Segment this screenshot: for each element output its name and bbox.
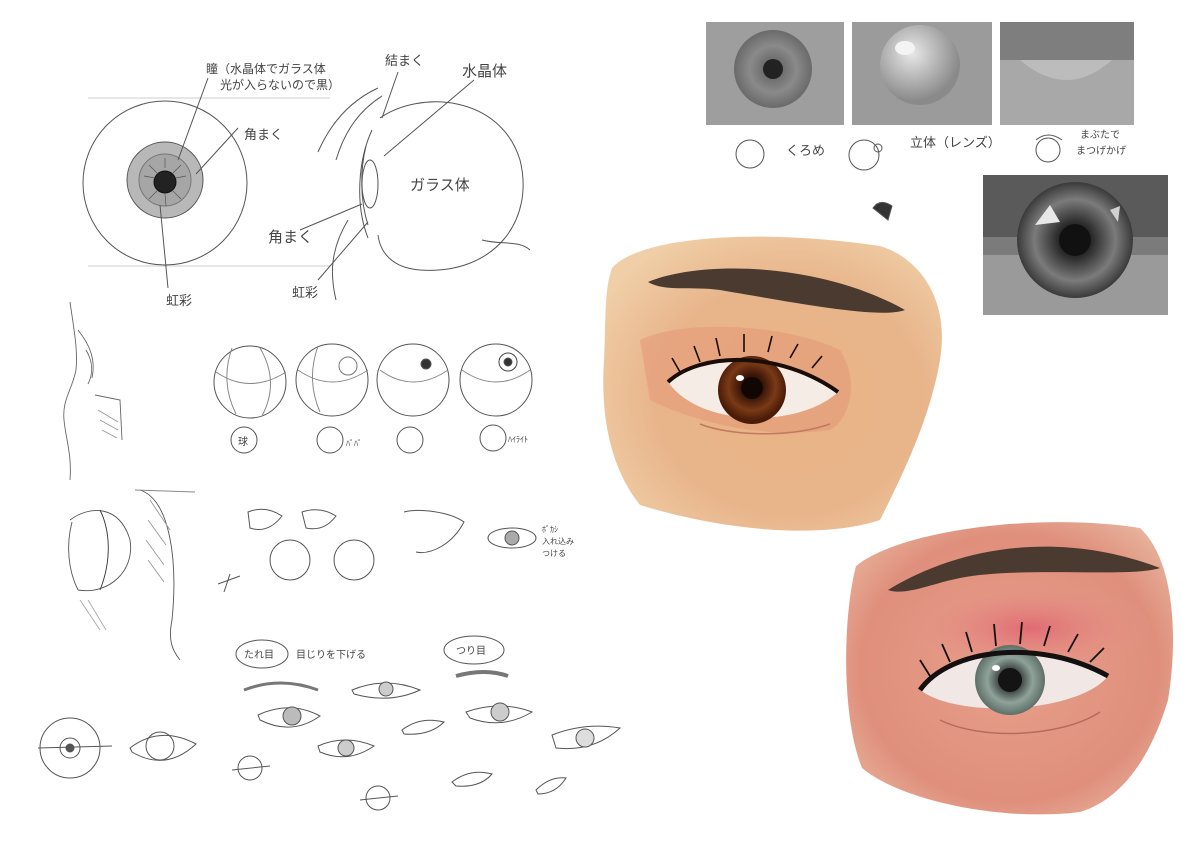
- side-note-line2: 入れ込み: [542, 537, 574, 546]
- render-step-tile-1: [706, 22, 844, 125]
- profile-sketch: [63, 301, 123, 481]
- pupil-note-line1: 瞳（水晶体でガラス体: [206, 62, 326, 76]
- render-step-2-label: 立体（レンズ）: [910, 136, 1001, 151]
- pupil-small-label: ﾊﾟﾊﾟ: [346, 439, 362, 448]
- sketch-canvas: [37, 22, 1173, 815]
- render-step-1-label: くろめ: [786, 144, 826, 159]
- side-note-line1: ﾎﾞｶｼ: [542, 525, 558, 534]
- iris-label: 虹彩: [166, 294, 193, 309]
- render-final-tile: [983, 175, 1168, 315]
- anatomy-front-diagram: [82, 77, 330, 289]
- lens-label: 水晶体: [462, 62, 508, 80]
- droopy-eye-note: 目じりを下げる: [296, 650, 366, 661]
- cornea-label: 角まく: [244, 128, 284, 143]
- render-step-3-line1: まぶたで: [1080, 130, 1120, 141]
- cornea-side-label: 角まく: [268, 228, 314, 246]
- sphere-label: 球: [238, 437, 248, 448]
- conjunctiva-label: 結まく: [385, 54, 425, 69]
- painted-eye-green: [846, 522, 1173, 815]
- eye-type-sketches: [37, 670, 622, 811]
- droopy-eye-label: たれ目: [244, 650, 274, 661]
- pupil-note-line2: 光が入らないので黒）: [220, 78, 341, 92]
- eye-angle-studies: [217, 508, 537, 593]
- render-step-3-line2: まつげかげ: [1076, 146, 1126, 157]
- iris-side-label: 虹彩: [292, 286, 319, 301]
- render-step-tile-2: [852, 22, 992, 125]
- vitreous-label: ガラス体: [410, 176, 470, 194]
- highlight-small-label: ﾊｲﾗｲﾄ: [508, 435, 528, 444]
- side-eye-sketch: [68, 489, 196, 661]
- side-note-line3: つける: [542, 549, 566, 558]
- render-step-tile-3: [1000, 22, 1134, 125]
- upturned-eye-label: つり目: [456, 646, 486, 657]
- sphere-studies: [213, 343, 533, 454]
- painted-eye-brown: [603, 236, 942, 531]
